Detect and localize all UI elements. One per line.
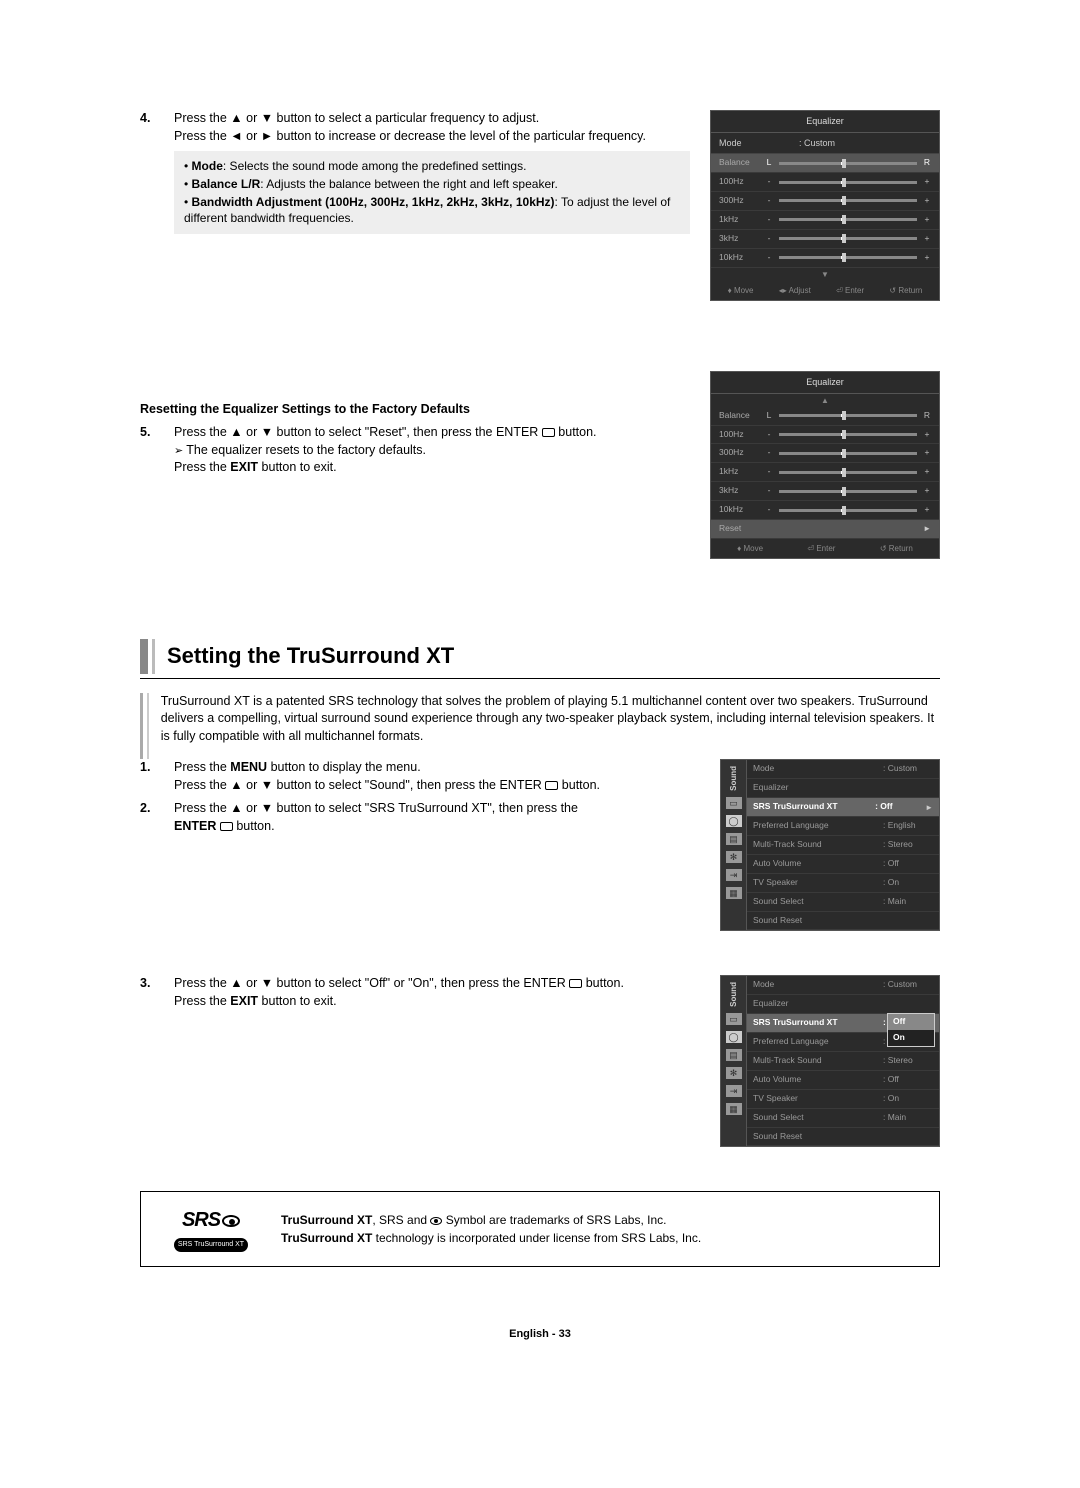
section-title-wrap: Setting the TruSurround XT bbox=[140, 639, 940, 674]
enter-icon bbox=[545, 781, 558, 790]
step4-bullets: • Mode: Selects the sound mode among the… bbox=[174, 151, 690, 234]
sound-menu-row: Mode: Custom bbox=[747, 976, 939, 995]
setup-icon: ✻ bbox=[726, 851, 742, 863]
enter-icon bbox=[220, 822, 233, 831]
ts-step2-number: 2. bbox=[140, 800, 162, 835]
setup-icon: ✻ bbox=[726, 1067, 742, 1079]
enter-icon bbox=[542, 428, 555, 437]
application-icon: ▦ bbox=[726, 887, 742, 899]
ts-step3-number: 3. bbox=[140, 975, 162, 1010]
intro-text: TruSurround XT is a patented SRS technol… bbox=[140, 693, 940, 760]
enter-icon bbox=[569, 979, 582, 988]
sound-menu-row: Sound Reset bbox=[747, 912, 939, 931]
input-icon: ⇥ bbox=[726, 869, 742, 881]
srs-logo: SRS SRS TruSurround XT bbox=[161, 1206, 261, 1252]
channel-icon: ▤ bbox=[726, 833, 742, 845]
sound-menu-row: Equalizer bbox=[747, 779, 939, 798]
sound-menu-row: Auto Volume: Off bbox=[747, 855, 939, 874]
sound-menu-row: Multi-Track Sound: Stereo bbox=[747, 836, 939, 855]
sound-menu-row: Mode: Custom bbox=[747, 760, 939, 779]
reset-heading: Resetting the Equalizer Settings to the … bbox=[140, 401, 690, 419]
step4-line1: Press the ▲ or ▼ button to select a part… bbox=[174, 111, 539, 125]
srs-symbol-icon bbox=[222, 1215, 240, 1227]
sound-icon: ◯ bbox=[726, 1031, 742, 1043]
ts-step3-text: Press the ▲ or ▼ button to select "Off" … bbox=[174, 975, 702, 1010]
step4-number: 4. bbox=[140, 110, 162, 234]
trademark-box: SRS SRS TruSurround XT TruSurround XT, S… bbox=[140, 1191, 940, 1267]
equalizer-osd-1: Equalizer Mode: Custom BalanceLR 100Hz-+… bbox=[710, 110, 940, 301]
section-title: Setting the TruSurround XT bbox=[167, 639, 454, 674]
sound-menu-row: SRS TruSurround XT:OffOn bbox=[747, 1014, 939, 1033]
enter-icon: ⏎ Enter bbox=[836, 285, 864, 296]
srs-symbol-small-icon bbox=[430, 1217, 442, 1225]
picture-icon: ▭ bbox=[726, 797, 742, 809]
sound-menu-row: Equalizer bbox=[747, 995, 939, 1014]
page-footer: English - 33 bbox=[140, 1327, 940, 1342]
sound-menu-row: TV Speaker: On bbox=[747, 874, 939, 893]
application-icon: ▦ bbox=[726, 1103, 742, 1115]
sound-menu-row: TV Speaker: On bbox=[747, 1090, 939, 1109]
sound-menu-osd-2: Sound ▭ ◯ ▤ ✻ ⇥ ▦ Mode: CustomEqualizerS… bbox=[720, 975, 940, 1147]
sound-menu-row: Sound Select: Main bbox=[747, 893, 939, 912]
srs-dropdown: OffOn bbox=[887, 1013, 935, 1047]
sound-menu-osd-1: Sound ▭ ◯ ▤ ✻ ⇥ ▦ Mode: CustomEqualizerS… bbox=[720, 759, 940, 931]
sound-menu-row: SRS TruSurround XT: Off► bbox=[747, 798, 939, 817]
channel-icon: ▤ bbox=[726, 1049, 742, 1061]
picture-icon: ▭ bbox=[726, 1013, 742, 1025]
adjust-icon: ◂▸ Adjust bbox=[779, 285, 811, 296]
ts-step1-text: Press the MENU button to display the men… bbox=[174, 759, 702, 794]
move-icon: ♦ Move bbox=[728, 285, 754, 296]
step4-text: 4. Press the ▲ or ▼ button to select a p… bbox=[140, 110, 690, 301]
ts-step1-number: 1. bbox=[140, 759, 162, 794]
return-icon: ↺ Return bbox=[889, 285, 922, 296]
trademark-text: TruSurround XT, SRS and Symbol are trade… bbox=[281, 1211, 701, 1247]
step5-number: 5. bbox=[140, 424, 162, 477]
sound-menu-row: Preferred Language: English bbox=[747, 817, 939, 836]
sound-menu-row: Auto Volume: Off bbox=[747, 1071, 939, 1090]
equalizer-osd-2: Equalizer ▲ BalanceLR 100Hz-+ 300Hz-+ 1k… bbox=[710, 371, 940, 559]
sound-menu-row: Sound Reset bbox=[747, 1128, 939, 1147]
ts-step2-text: Press the ▲ or ▼ button to select "SRS T… bbox=[174, 800, 702, 835]
sound-menu-row: Multi-Track Sound: Stereo bbox=[747, 1052, 939, 1071]
step5-text: Press the ▲ or ▼ button to select "Reset… bbox=[174, 424, 690, 477]
sound-menu-row: Sound Select: Main bbox=[747, 1109, 939, 1128]
step4-line2: Press the ◄ or ► button to increase or d… bbox=[174, 129, 646, 143]
input-icon: ⇥ bbox=[726, 1085, 742, 1097]
sound-icon: ◯ bbox=[726, 815, 742, 827]
